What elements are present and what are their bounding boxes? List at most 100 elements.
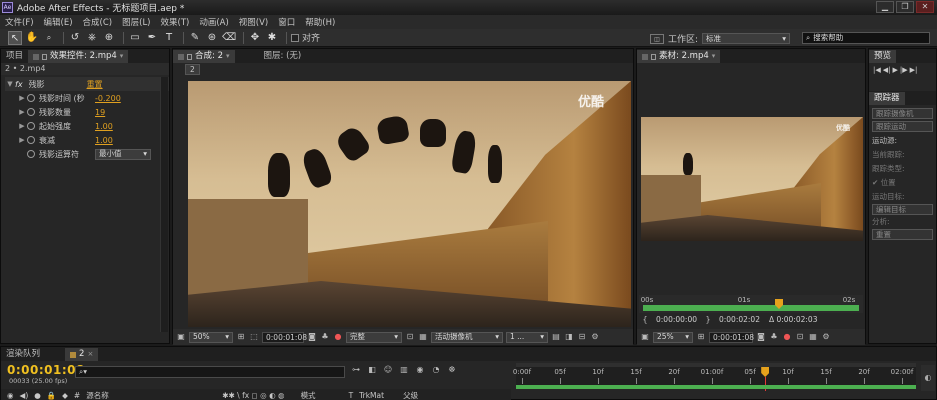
zoom-dropdown[interactable]: 25% ▾ <box>653 331 693 343</box>
out-time[interactable]: 0:00:02:02 <box>716 315 763 326</box>
brush-tool-icon[interactable]: ✎ <box>188 31 202 45</box>
always-preview-icon[interactable]: ▣ <box>176 332 186 342</box>
menu-composition[interactable]: 合成(C) <box>78 16 118 28</box>
expand-triangle-icon[interactable]: ▶ <box>17 136 27 144</box>
current-time-field[interactable]: 0:00:01:08 <box>262 331 307 343</box>
graph-editor-icon[interactable]: ◔ <box>431 365 441 375</box>
tab-effect-controls[interactable]: 效果控件: 2.mp4 ▾ <box>28 50 129 63</box>
stopwatch-icon[interactable] <box>27 108 35 116</box>
menu-file[interactable]: 文件(F) <box>0 16 39 28</box>
work-area-bar[interactable] <box>516 363 916 367</box>
video-switch-icon[interactable]: ◉ <box>7 391 14 400</box>
play-button[interactable]: ▶ <box>893 66 898 74</box>
reset-link[interactable]: 重置 <box>87 79 103 90</box>
frame-blending-icon[interactable]: ▥ <box>399 365 409 375</box>
timeline-ruler[interactable]: 0:00f 05f 10f 15f 20f 01:00f 05f 10f 15f 20f 02:00… <box>513 363 916 391</box>
tab-tracker[interactable]: 跟踪器 <box>869 92 905 105</box>
comp-viewer[interactable]: 优酷 <box>188 81 631 327</box>
col-source-name[interactable]: 源名称 <box>86 390 216 400</box>
search-help-field[interactable]: ⌕ 搜索帮助 <box>802 32 930 44</box>
snapshot-icon[interactable]: ◙ <box>307 332 317 342</box>
edit-target-button[interactable]: 编辑目标 <box>872 204 933 215</box>
prop-value[interactable]: -0.200 <box>95 94 121 103</box>
lock-switch-icon[interactable]: 🔒 <box>47 391 56 400</box>
fast-preview-icon[interactable]: ⚙ <box>821 332 831 342</box>
show-snapshot-icon[interactable]: ♣ <box>769 332 779 342</box>
flowchart-icon[interactable]: ⊟ <box>577 332 587 342</box>
brainstorm-icon[interactable]: ☸ <box>447 365 457 375</box>
chevron-down-icon[interactable]: ▾ <box>712 50 716 63</box>
col-mode[interactable]: 模式 <box>301 390 343 400</box>
col-trkmat[interactable]: TrkMat <box>359 391 397 400</box>
roto-brush-tool-icon[interactable]: ✥ <box>248 31 262 45</box>
tab-render-queue[interactable]: 渲染队列 <box>1 348 45 361</box>
workspace-dropdown[interactable]: 标准 ▾ <box>702 33 791 44</box>
channel-icon[interactable]: ● <box>782 332 792 342</box>
reset-button[interactable]: 重置 <box>872 229 933 240</box>
tab-timeline[interactable]: 2 × <box>65 348 99 361</box>
snapshot-icon[interactable]: ◙ <box>756 332 766 342</box>
col-parent[interactable]: 父级 <box>403 390 418 400</box>
view-layout-dropdown[interactable]: 1 ... ▾ <box>506 331 548 343</box>
timeline-current-time[interactable]: 0:00:01:08 <box>7 363 85 377</box>
grid-icon[interactable]: ⊞ <box>236 332 246 342</box>
zoom-tool-icon[interactable]: ⌕ <box>42 31 56 45</box>
puppet-pin-tool-icon[interactable]: ✱ <box>265 31 279 45</box>
tab-project[interactable]: 项目 <box>1 50 28 63</box>
stopwatch-icon[interactable] <box>27 94 35 102</box>
tab-preview[interactable]: 预览 <box>869 50 897 63</box>
fast-preview-icon[interactable]: ⚙ <box>590 332 600 342</box>
chevron-down-icon[interactable]: ▾ <box>120 50 124 63</box>
stopwatch-icon[interactable] <box>27 122 35 130</box>
timeline-zoom-icon[interactable]: ◐ <box>921 365 935 391</box>
transparency-grid-icon[interactable]: ▦ <box>418 332 428 342</box>
chevron-down-icon[interactable]: ▾ <box>226 50 230 63</box>
in-time[interactable]: 0:00:00:00 <box>653 315 700 326</box>
selection-tool-icon[interactable]: ↖ <box>8 30 22 45</box>
menu-effect[interactable]: 效果(T) <box>156 16 195 28</box>
always-preview-icon[interactable]: ▣ <box>640 332 650 342</box>
prop-value[interactable]: 1.00 <box>95 122 113 131</box>
motion-blur-icon[interactable]: ◉ <box>415 365 425 375</box>
footage-time-ruler[interactable]: 00s 01s 02s <box>639 295 863 313</box>
comp-mini-flowchart-icon[interactable]: ⊶ <box>351 365 361 375</box>
lock-icon[interactable] <box>651 53 656 60</box>
reset-exposure-icon[interactable]: ◨ <box>564 332 574 342</box>
scrollbar[interactable] <box>160 77 168 332</box>
pen-tool-icon[interactable]: ✒ <box>145 31 159 45</box>
next-frame-button[interactable]: |▶ <box>900 66 908 74</box>
pan-behind-tool-icon[interactable]: ⊕ <box>102 31 116 45</box>
expand-triangle-icon[interactable]: ▶ <box>17 108 27 116</box>
type-tool-icon[interactable]: T <box>162 31 176 45</box>
position-checkbox[interactable]: ✔ 位置 <box>872 176 933 190</box>
toggle-pixel-icon[interactable]: ▤ <box>551 332 561 342</box>
footage-viewer[interactable]: 优酷 <box>641 117 863 241</box>
prop-value[interactable]: 19 <box>95 108 105 117</box>
stopwatch-icon[interactable] <box>27 150 35 158</box>
align-checkbox[interactable] <box>291 33 299 42</box>
audio-switch-icon[interactable]: ◀) <box>20 391 29 400</box>
close-tab-icon[interactable]: × <box>87 348 93 361</box>
menu-window[interactable]: 窗口 <box>273 16 300 28</box>
track-motion-button[interactable]: 跟踪运动 <box>872 121 933 132</box>
camera-dropdown[interactable]: 活动摄像机 ▾ <box>431 331 503 343</box>
zoom-dropdown[interactable]: 50% ▾ <box>189 331 233 343</box>
echo-operator-dropdown[interactable]: 最小值 ▾ <box>95 148 151 160</box>
roi-icon[interactable]: ⊡ <box>795 332 805 342</box>
resolution-dropdown[interactable]: 完整 ▾ <box>346 331 402 343</box>
fx-icon[interactable]: fx <box>15 80 23 89</box>
lock-icon[interactable] <box>187 53 192 60</box>
expand-triangle-icon[interactable]: ▶ <box>17 94 27 102</box>
workspace-icon[interactable]: ◫ <box>650 33 664 44</box>
solo-switch-icon[interactable]: ● <box>34 391 41 400</box>
comp-name-button[interactable]: 2 <box>185 64 200 75</box>
lock-icon[interactable] <box>42 53 48 60</box>
set-out-icon[interactable]: } <box>703 315 713 325</box>
camera-tool-icon[interactable]: ⎈ <box>85 31 99 45</box>
stopwatch-icon[interactable] <box>27 136 35 144</box>
channel-icon[interactable]: ● <box>333 332 343 342</box>
timeline-search-field[interactable]: ⌕▾ <box>75 366 345 378</box>
region-icon[interactable]: ⬚ <box>249 332 259 342</box>
menu-animation[interactable]: 动画(A) <box>194 16 233 28</box>
track-camera-button[interactable]: 跟踪摄像机 <box>872 108 933 119</box>
